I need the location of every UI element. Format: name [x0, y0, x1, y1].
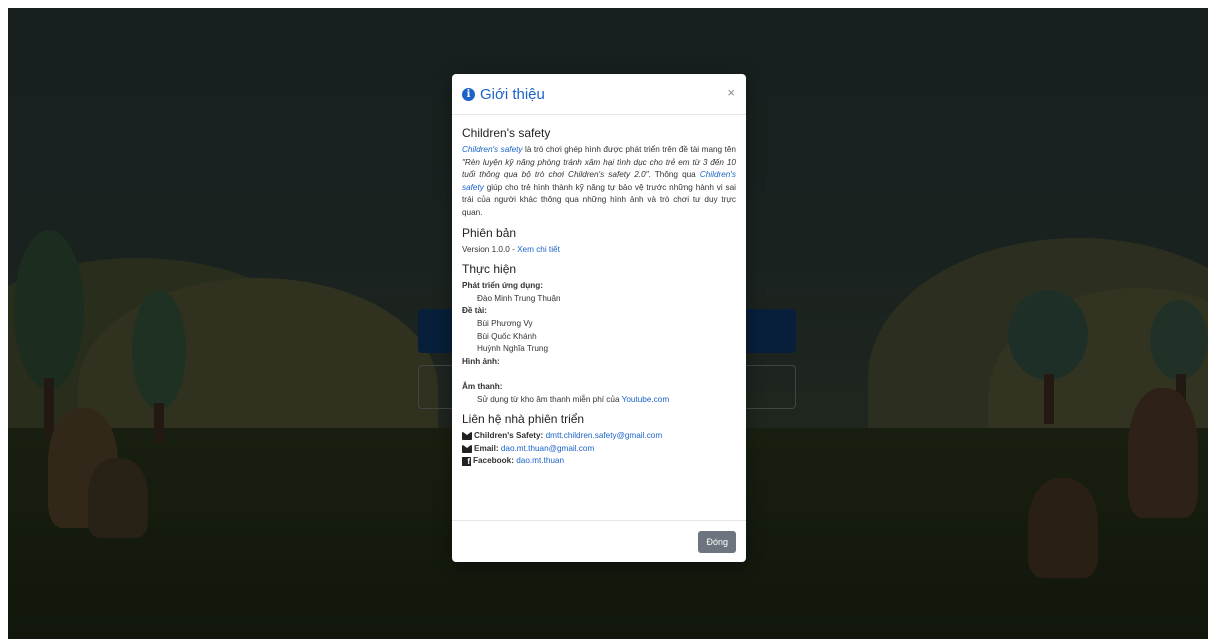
version-heading: Phiên bản	[462, 225, 517, 240]
modal-title: Giới thiệu	[480, 85, 545, 103]
modal-body: Children's safety Children's safety là t…	[452, 115, 746, 468]
version-row: Version 1.0.0 - Xem chi tiết	[462, 244, 736, 257]
envelope-icon	[462, 432, 472, 441]
contact-row: Children's Safety: dmtt.children.safety@…	[462, 430, 736, 443]
youtube-link[interactable]: Youtube.com	[622, 395, 670, 404]
developer-label: Phát triển ứng dụng:	[462, 281, 543, 291]
contact-label: Email:	[474, 443, 499, 453]
about-text-3: giúp cho trẻ hình thành kỹ năng tự bảo v…	[462, 182, 736, 217]
personal-email-link[interactable]: dao.mt.thuan@gmail.com	[501, 443, 594, 456]
facebook-link[interactable]: dao.mt.thuan	[516, 455, 564, 468]
sound-text: Sử dụng từ kho âm thanh miễn phí của	[477, 394, 622, 404]
version-text: Version 1.0.0 -	[462, 244, 518, 254]
contact-heading: Liên hệ nhà phiên triển	[462, 412, 585, 427]
modal-header: i Giới thiệu ×	[452, 74, 746, 115]
close-icon[interactable]: ×	[727, 86, 735, 99]
version-details-link[interactable]: Xem chi tiết	[517, 245, 560, 254]
sound-label: Âm thanh:	[462, 381, 503, 391]
contact-row: Email: dao.mt.thuan@gmail.com	[462, 443, 736, 456]
sound-row: Sử dụng từ kho âm thanh miễn phí của You…	[462, 394, 736, 407]
images-empty	[462, 368, 736, 381]
topic-member: Huỳnh Nghĩa Trung	[477, 344, 549, 354]
about-description: Children's safety là trò chơi ghép hình …	[462, 144, 736, 220]
modal-footer: Đóng	[452, 520, 746, 562]
about-heading: Children's safety	[462, 126, 551, 140]
about-text-1: là trò chơi ghép hình được phát triển tr…	[522, 145, 736, 154]
about-modal: i Giới thiệu × Children's safety Childre…	[452, 74, 746, 562]
contact-email-link[interactable]: dmtt.children.safety@gmail.com	[546, 430, 663, 443]
credits-heading: Thực hiện	[462, 262, 517, 277]
developer-name: Đào Minh Trung Thuận	[477, 293, 561, 303]
about-text-2: . Thông qua	[648, 170, 700, 180]
images-label: Hình ảnh:	[462, 356, 500, 366]
envelope-icon	[462, 444, 472, 453]
close-button[interactable]: Đóng	[698, 530, 736, 553]
contact-label: Children's Safety:	[474, 431, 544, 441]
about-link-1[interactable]: Children's safety	[462, 145, 523, 154]
contact-label: Facebook:	[473, 456, 514, 466]
info-circle-icon: i	[462, 87, 475, 101]
topic-member: Bùi Quốc Khánh	[477, 331, 537, 341]
facebook-icon: f	[462, 457, 471, 467]
topic-label: Đề tài:	[462, 306, 488, 316]
contact-row: f Facebook: dao.mt.thuan	[462, 455, 736, 468]
topic-member: Bùi Phương Vy	[477, 318, 533, 328]
